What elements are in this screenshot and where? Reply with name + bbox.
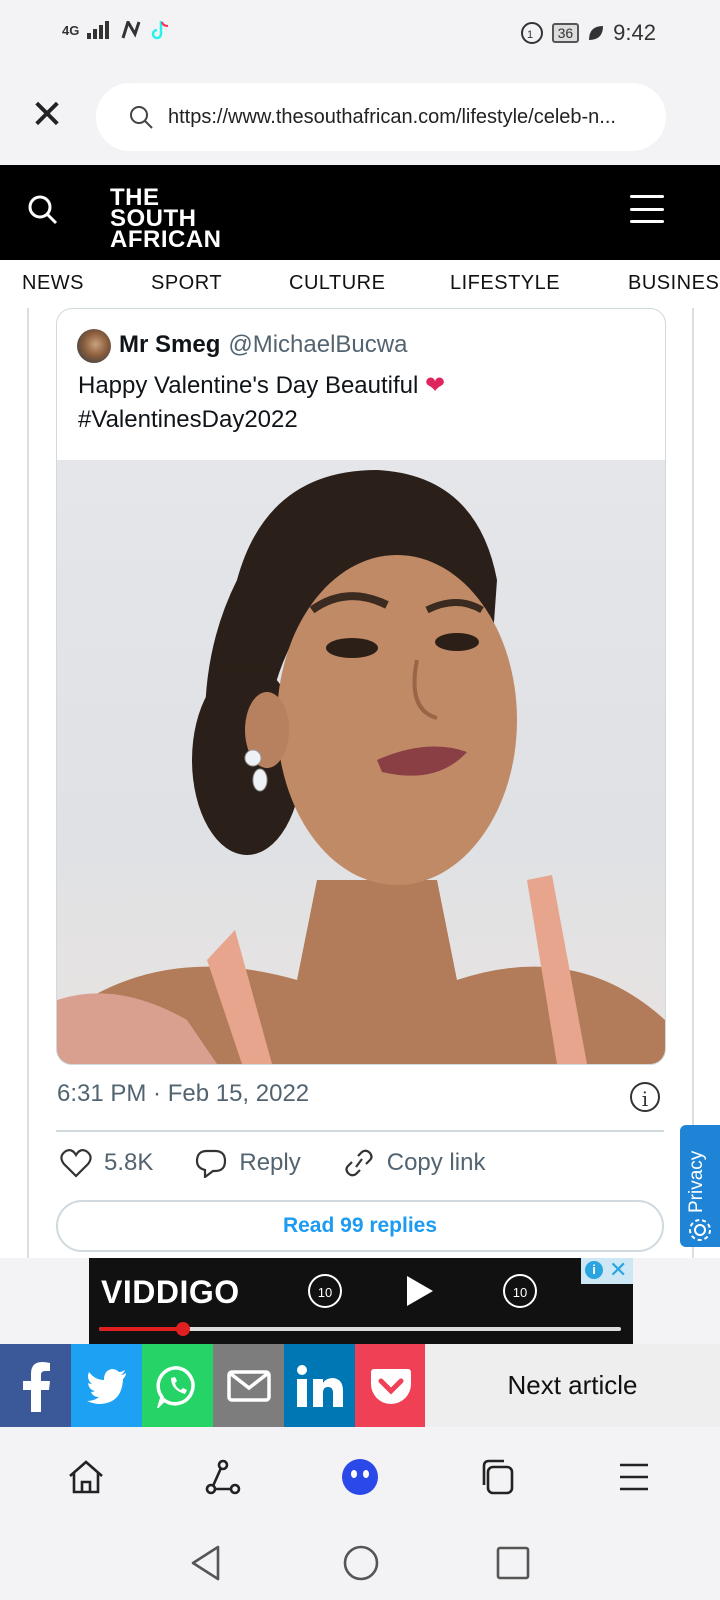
nfc-icon (121, 21, 141, 39)
rewind-seconds: 10 (317, 1285, 333, 1300)
facebook-share-button[interactable] (0, 1344, 71, 1427)
nav-item-culture[interactable]: CULTURE (289, 272, 385, 295)
logo-line-3: AFRICAN (110, 226, 222, 253)
facebook-icon (22, 1361, 50, 1412)
info-icon[interactable]: i (630, 1082, 660, 1112)
tweet-author[interactable]: Mr Smeg @MichaelBucwa (119, 331, 407, 359)
site-header: THE SOUTH AFRICAN (0, 165, 720, 260)
tweet-photo[interactable] (57, 460, 665, 1064)
clock: 9:42 (613, 20, 656, 45)
status-bar: 4G 1 36 9:42 (0, 0, 720, 70)
avatar[interactable] (77, 329, 111, 363)
address-field[interactable]: https://www.thesouthafrican.com/lifestyl… (96, 83, 666, 151)
battery-level: 36 (551, 23, 580, 43)
play-icon[interactable] (407, 1276, 433, 1306)
whatsapp-share-button[interactable] (142, 1344, 213, 1427)
linkedin-icon (296, 1364, 343, 1407)
menu-icon[interactable] (614, 1457, 654, 1497)
tweet-actions: 5.8K Reply Copy link (60, 1148, 527, 1178)
adchoices-badge[interactable]: i ✕ (581, 1257, 633, 1284)
like-button[interactable]: 5.8K (60, 1148, 153, 1178)
tabs-icon[interactable] (478, 1457, 518, 1497)
share-bar: Next article (0, 1344, 720, 1427)
site-logo[interactable]: THE SOUTH AFRICAN (110, 186, 222, 253)
ad-brand: VIDDIGO (101, 1274, 240, 1310)
forward-seconds: 10 (512, 1285, 528, 1300)
leaf-icon (589, 26, 604, 40)
tweet-text: Happy Valentine's Day Beautiful ❤ #Valen… (78, 369, 638, 437)
copy-link-button[interactable]: Copy link (343, 1148, 486, 1178)
pocket-icon (370, 1368, 411, 1404)
reply-icon (196, 1149, 227, 1178)
copy-link-label: Copy link (386, 1149, 486, 1176)
divider (56, 1130, 664, 1132)
close-icon[interactable]: ✕ (609, 1257, 627, 1283)
reply-label: Reply (239, 1149, 301, 1176)
nav-item-sport[interactable]: SPORT (151, 272, 222, 295)
email-icon (226, 1369, 271, 1402)
network-type: 4G (62, 22, 80, 38)
search-icon (130, 106, 153, 129)
tiktok-icon (152, 21, 169, 40)
email-share-button[interactable] (213, 1344, 284, 1427)
nav-item-lifestyle[interactable]: LIFESTYLE (450, 272, 560, 295)
privacy-label: Privacy (686, 1150, 707, 1213)
browser-toolbar (0, 1427, 720, 1522)
nav-item-news[interactable]: NEWS (22, 272, 84, 295)
portrait-illustration (57, 470, 665, 1064)
home-circle-icon[interactable] (342, 1544, 380, 1582)
back-icon[interactable] (188, 1544, 224, 1582)
menu-icon[interactable] (630, 195, 664, 223)
heart-emoji: ❤ (425, 372, 446, 399)
next-article-button[interactable]: Next article (425, 1344, 720, 1427)
frame-line (692, 308, 694, 1258)
gear-icon (689, 1219, 711, 1241)
tweet-timestamp[interactable]: 6:31 PM · Feb 15, 2022 (57, 1080, 309, 1108)
system-navigation (0, 1522, 720, 1600)
heart-icon (60, 1149, 92, 1178)
twitter-share-button[interactable] (71, 1344, 142, 1427)
whatsapp-icon (155, 1365, 195, 1408)
reply-button[interactable]: Reply (195, 1148, 301, 1178)
status-left: 4G (62, 20, 169, 40)
assistant-icon[interactable] (340, 1457, 380, 1497)
twitter-icon (86, 1368, 126, 1404)
url-text: https://www.thesouthafrican.com/lifestyl… (168, 105, 616, 128)
search-icon[interactable] (26, 193, 60, 227)
close-icon[interactable]: ✕ (30, 95, 64, 135)
ad-progress-knob[interactable] (175, 1322, 190, 1336)
pocket-share-button[interactable] (355, 1344, 426, 1427)
rewind-button[interactable]: 10 (308, 1274, 342, 1308)
like-count: 5.8K (104, 1149, 154, 1176)
home-icon[interactable] (66, 1457, 106, 1497)
link-icon (345, 1149, 373, 1177)
recents-icon[interactable] (496, 1546, 530, 1580)
author-handle: @MichaelBucwa (228, 331, 408, 358)
ad-progress-track[interactable] (99, 1322, 621, 1336)
read-replies-button[interactable]: Read 99 replies (56, 1200, 664, 1252)
tweet-hashtag[interactable]: #ValentinesDay2022 (78, 403, 638, 437)
share-icon[interactable] (203, 1457, 243, 1497)
info-icon[interactable]: i (585, 1261, 603, 1279)
ad-progress-fill (99, 1327, 183, 1331)
data-saver-icon: 1 (520, 22, 543, 44)
status-right: 1 36 9:42 (520, 20, 656, 46)
video-ad[interactable]: VIDDIGO 10 10 i ✕ (89, 1257, 633, 1344)
linkedin-share-button[interactable] (284, 1344, 355, 1427)
svg-text:1: 1 (527, 29, 533, 41)
frame-line (27, 308, 29, 1258)
tweet-embed[interactable]: Mr Smeg @MichaelBucwa Happy Valentine's … (56, 308, 666, 1065)
forward-button[interactable]: 10 (503, 1274, 537, 1308)
tweet-text-line-1: Happy Valentine's Day Beautiful (78, 372, 419, 399)
section-nav: NEWS SPORT CULTURE LIFESTYLE BUSINES (0, 260, 720, 308)
browser-url-bar: ✕ https://www.thesouthafrican.com/lifest… (0, 70, 720, 165)
privacy-tab[interactable]: Privacy (680, 1125, 720, 1247)
nav-item-business[interactable]: BUSINES (628, 272, 719, 295)
author-name: Mr Smeg (119, 331, 221, 358)
signal-icon (87, 21, 110, 39)
